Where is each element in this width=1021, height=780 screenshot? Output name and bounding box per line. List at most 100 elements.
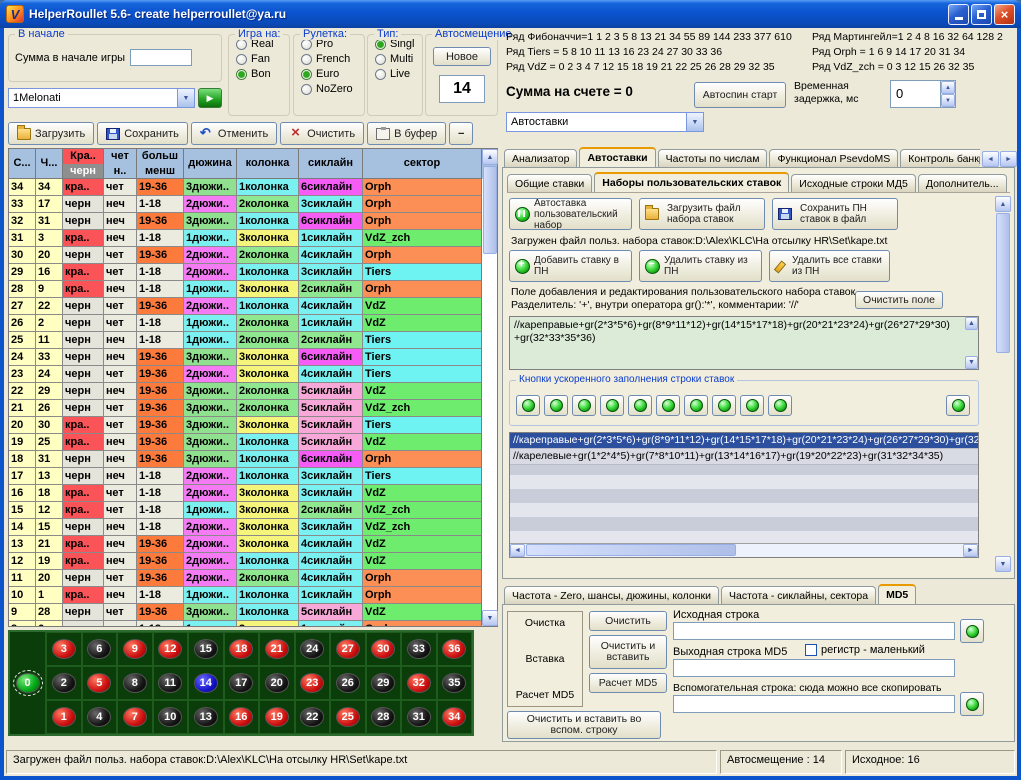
board-number-8[interactable]: 8 — [123, 673, 147, 693]
board-number-14[interactable]: 14 — [194, 673, 218, 693]
bet-list-item[interactable]: //карелевые+gr(1*2*4*5)+gr(7*8*10*11)+gr… — [510, 449, 978, 465]
scroll-up-icon[interactable]: ▲ — [995, 196, 1011, 212]
scroll-up-icon[interactable]: ▲ — [965, 317, 978, 330]
toolbar-buffer-button[interactable]: В буфер — [367, 122, 446, 145]
board-number-24[interactable]: 24 — [300, 639, 324, 659]
md5-source-action-button[interactable] — [960, 619, 984, 643]
board-number-31[interactable]: 31 — [407, 707, 431, 727]
board-number-11[interactable]: 11 — [158, 673, 182, 693]
tab-Общие ставки[interactable]: Общие ставки — [507, 174, 592, 192]
tab-Анализатор[interactable]: Анализатор — [504, 149, 577, 167]
chevron-down-icon[interactable]: ▼ — [686, 113, 703, 131]
board-number-0[interactable]: 0 — [16, 673, 40, 693]
delete-all-bets-button[interactable]: Удалить все ставки из ПН — [769, 250, 890, 282]
board-number-26[interactable]: 26 — [336, 673, 360, 693]
quick-fill-button-10[interactable] — [768, 395, 792, 416]
close-button[interactable]: × — [994, 4, 1015, 25]
scrollbar-thumb[interactable] — [996, 213, 1010, 353]
board-number-6[interactable]: 6 — [87, 639, 111, 659]
md5-clear-paste-aux-button[interactable]: Очистить и вставить во вспом. строку — [507, 711, 661, 739]
board-number-34[interactable]: 34 — [442, 707, 466, 727]
quick-fill-button-9[interactable] — [740, 395, 764, 416]
bet-list-item[interactable]: //кареправые+gr(2*3*5*6)+gr(8*9*11*12)+g… — [510, 433, 978, 449]
load-bet-file-button[interactable]: Загрузить файл набора ставок — [639, 198, 765, 230]
quick-fill-button-5[interactable] — [628, 395, 652, 416]
board-number-13[interactable]: 13 — [194, 707, 218, 727]
radio-option-Fan[interactable]: Fan — [236, 53, 289, 65]
md5-aux-action-button[interactable] — [960, 692, 984, 716]
delay-spinner[interactable]: 0 ▲ ▼ — [890, 80, 956, 108]
scroll-down-icon[interactable]: ▼ — [965, 356, 978, 369]
board-number-7[interactable]: 7 — [123, 707, 147, 727]
board-number-16[interactable]: 16 — [229, 707, 253, 727]
scroll-down-icon[interactable]: ▼ — [995, 556, 1011, 572]
board-number-32[interactable]: 32 — [407, 673, 431, 693]
radio-option-Euro[interactable]: Euro — [301, 68, 364, 80]
tabs-scroll-left-icon[interactable]: ◄ — [982, 151, 999, 167]
toolbar-collapse-button[interactable]: − — [449, 122, 473, 145]
board-number-3[interactable]: 3 — [52, 639, 76, 659]
toolbar-undo-button[interactable]: Отменить — [191, 122, 277, 145]
board-number-25[interactable]: 25 — [336, 707, 360, 727]
scroll-down-icon[interactable]: ▼ — [482, 610, 498, 626]
autobets-combobox[interactable]: Автоставки ▼ — [506, 112, 704, 132]
new-number-button[interactable]: Новое — [433, 47, 491, 66]
save-bet-file-button[interactable]: Сохранить ПН ставок в файл — [772, 198, 898, 230]
play-button[interactable]: ▶ — [198, 88, 222, 108]
board-number-36[interactable]: 36 — [442, 639, 466, 659]
clear-field-button[interactable]: Очистить поле — [855, 291, 943, 309]
scrollbar-thumb[interactable] — [483, 166, 497, 254]
start-sum-input[interactable] — [130, 49, 192, 66]
board-number-10[interactable]: 10 — [158, 707, 182, 727]
tab-Дополнитель...[interactable]: Дополнитель... — [918, 174, 1007, 192]
board-number-1[interactable]: 1 — [52, 707, 76, 727]
scroll-left-icon[interactable]: ◄ — [510, 544, 525, 557]
tab-Частоты по числам[interactable]: Частоты по числам — [658, 149, 768, 167]
tab-Контроль банкро[interactable]: Контроль банкро — [900, 149, 980, 167]
board-number-30[interactable]: 30 — [371, 639, 395, 659]
toolbar-save-button[interactable]: Сохранить — [97, 122, 188, 145]
quick-fill-button-6[interactable] — [656, 395, 680, 416]
board-number-35[interactable]: 35 — [442, 673, 466, 693]
quick-fill-button-1[interactable] — [516, 395, 540, 416]
tab-MD5[interactable]: MD5 — [878, 584, 916, 604]
toolbar-load-button[interactable]: Загрузить — [8, 122, 94, 145]
radio-option-Bon[interactable]: Bon — [236, 68, 289, 80]
tab-Автоставки[interactable]: Автоставки — [579, 147, 655, 167]
md5-source-input[interactable] — [673, 622, 955, 640]
board-number-5[interactable]: 5 — [87, 673, 111, 693]
board-number-2[interactable]: 2 — [52, 673, 76, 693]
board-number-23[interactable]: 23 — [300, 673, 324, 693]
radio-option-NoZero[interactable]: NoZero — [301, 83, 364, 95]
quick-fill-button-7[interactable] — [684, 395, 708, 416]
board-number-29[interactable]: 29 — [371, 673, 395, 693]
scroll-up-icon[interactable]: ▲ — [482, 149, 498, 165]
minimize-button[interactable] — [948, 4, 969, 25]
board-number-20[interactable]: 20 — [265, 673, 289, 693]
delete-bet-button[interactable]: − Удалить ставку из ПН — [639, 250, 762, 282]
md5-clear-button[interactable]: Очистить — [589, 611, 667, 631]
radio-option-Live[interactable]: Live — [375, 68, 422, 80]
toolbar-clear-button[interactable]: Очистить — [280, 122, 364, 145]
chevron-down-icon[interactable]: ▼ — [177, 89, 194, 107]
md5-clear-paste-button[interactable]: Очистить и вставить — [589, 635, 667, 669]
add-bet-button[interactable]: + Добавить ставку в ПН — [509, 250, 632, 282]
spinner-down-icon[interactable]: ▼ — [941, 94, 955, 107]
board-number-15[interactable]: 15 — [194, 639, 218, 659]
scroll-right-icon[interactable]: ► — [963, 544, 978, 557]
tab-Исходные строки МД5[interactable]: Исходные строки МД5 — [791, 174, 916, 192]
tab-Наборы пользовательских ставок[interactable]: Наборы пользовательских ставок — [594, 172, 789, 193]
board-number-17[interactable]: 17 — [229, 673, 253, 693]
register-checkbox[interactable] — [805, 644, 817, 656]
bet-edit-field[interactable]: //кареправые+gr(2*3*5*6)+gr(8*9*11*12)+g… — [509, 316, 979, 370]
board-number-27[interactable]: 27 — [336, 639, 360, 659]
board-number-9[interactable]: 9 — [123, 639, 147, 659]
table-scrollbar[interactable]: ▲ ▼ — [481, 149, 497, 626]
edit-field-scrollbar[interactable]: ▲ ▼ — [965, 317, 978, 369]
autospin-start-button[interactable]: Автоспин старт — [694, 82, 786, 108]
maximize-button[interactable] — [971, 4, 992, 25]
tab-Частота - Zero, шансы, дюжины, колонки[interactable]: Частота - Zero, шансы, дюжины, колонки — [504, 586, 719, 604]
quick-fill-button-4[interactable] — [600, 395, 624, 416]
board-number-4[interactable]: 4 — [87, 707, 111, 727]
md5-output-input[interactable] — [673, 659, 955, 677]
